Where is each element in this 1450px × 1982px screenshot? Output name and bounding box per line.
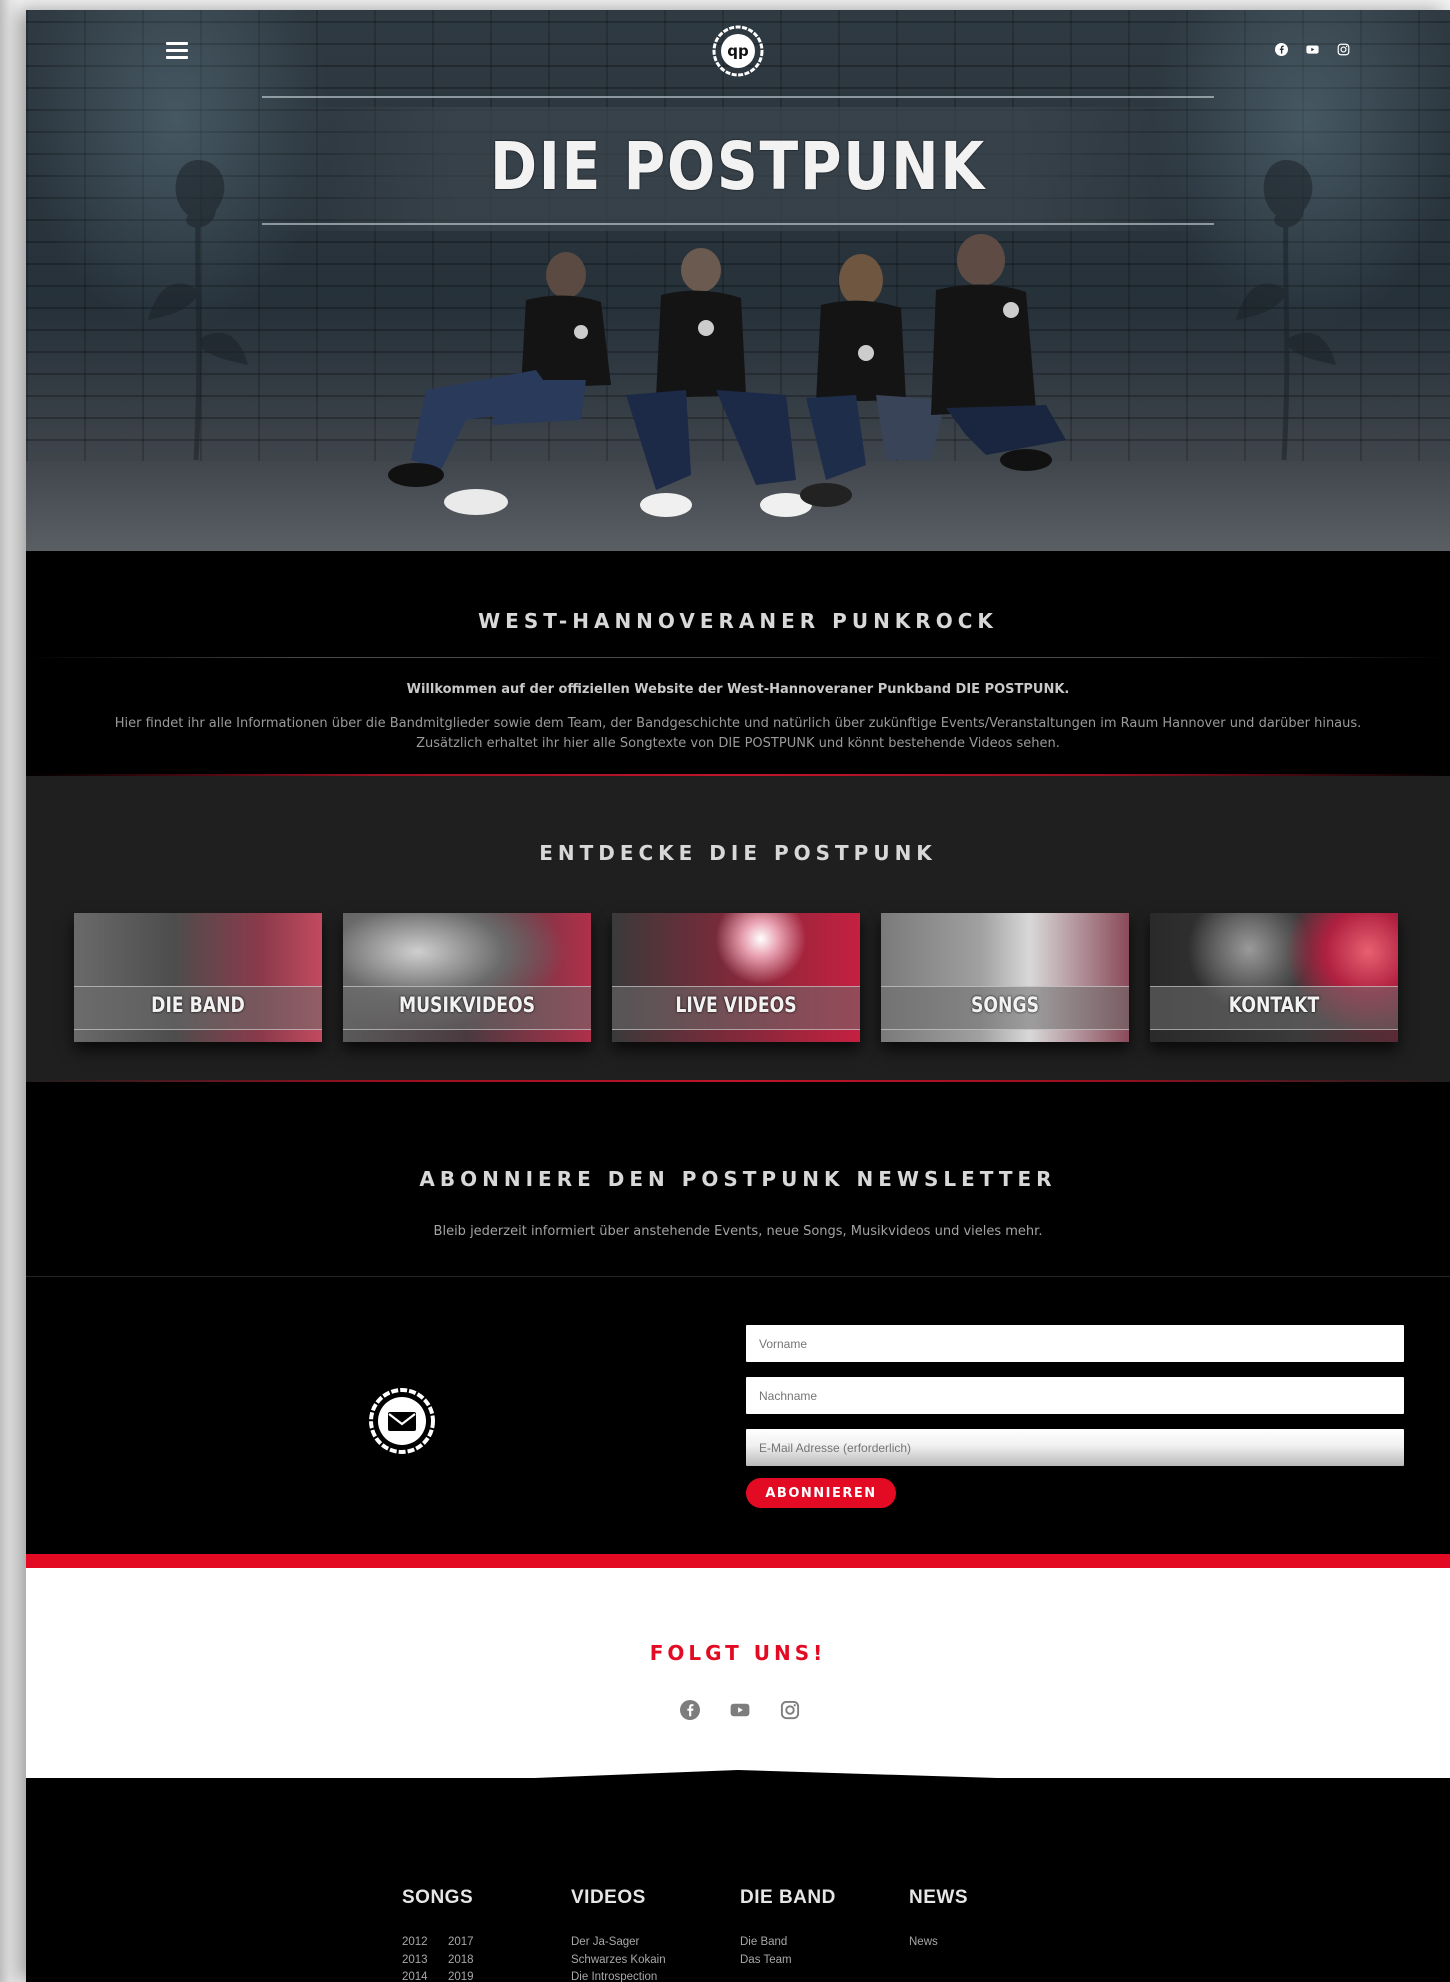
- hero-line-top: [262, 96, 1214, 98]
- youtube-icon[interactable]: [1306, 43, 1319, 56]
- youtube-icon[interactable]: [730, 1700, 750, 1720]
- footer: SONGS 2012 2017 2013 2018 2014 2019 VIDE…: [26, 1790, 1450, 1982]
- card-label: KONTAKT: [1228, 993, 1320, 1017]
- facebook-icon[interactable]: [1275, 43, 1288, 56]
- card-songs[interactable]: SONGS: [881, 913, 1129, 1042]
- footer-songs-title: SONGS: [402, 1887, 474, 1908]
- band-link[interactable]: Das Team: [740, 1952, 836, 1970]
- facebook-icon[interactable]: [680, 1700, 700, 1720]
- discover-section: ENTDECKE DIE POSTPUNK DIE BAND MUSIKVIDE…: [26, 776, 1450, 1082]
- video-link[interactable]: Die Introspection: [571, 1969, 666, 1982]
- newsletter-section: ABONNIERE DEN POSTPUNK NEWSLETTER Bleib …: [26, 1082, 1450, 1539]
- footer-videos-title: VIDEOS: [571, 1887, 646, 1908]
- year-link[interactable]: 2019: [448, 1969, 494, 1982]
- band-link[interactable]: Die Band: [740, 1934, 836, 1952]
- intro-title: WEST-HANNOVERANER PUNKROCK: [478, 609, 998, 633]
- card-musikvideos[interactable]: MUSIKVIDEOS: [343, 913, 591, 1042]
- footer-col-videos: VIDEOS Der Ja-Sager Schwarzes Kokain Die…: [571, 1887, 666, 1982]
- red-band-divider: [26, 1554, 1450, 1568]
- year-link[interactable]: 2014: [402, 1969, 448, 1982]
- instagram-icon[interactable]: [1337, 43, 1350, 56]
- intro-divider: [26, 657, 1450, 658]
- footer-news-title: NEWS: [909, 1887, 968, 1908]
- newsletter-text: Bleib jederzeit informiert über anstehen…: [433, 1224, 1043, 1239]
- footer-band-title: DIE BAND: [740, 1887, 836, 1908]
- card-live-videos[interactable]: LIVE VIDEOS: [612, 913, 860, 1042]
- card-die-band[interactable]: DIE BAND: [74, 913, 322, 1042]
- mail-icon: [369, 1388, 435, 1454]
- news-link[interactable]: News: [909, 1934, 968, 1952]
- email-input[interactable]: [746, 1429, 1404, 1466]
- intro-section: WEST-HANNOVERANER PUNKROCK Willkommen au…: [26, 551, 1450, 776]
- card-label: MUSIKVIDEOS: [398, 993, 536, 1017]
- band-name-title: DIE POSTPUNK: [489, 128, 987, 205]
- first-name-input[interactable]: [746, 1325, 1404, 1362]
- instagram-icon[interactable]: [780, 1700, 800, 1720]
- last-name-input[interactable]: [746, 1377, 1404, 1414]
- footer-col-band: DIE BAND Die Band Das Team: [740, 1887, 836, 1969]
- intro-text-line-1: Hier findet ihr alle Informationen über …: [114, 716, 1362, 731]
- band-photo: [388, 234, 1066, 517]
- header-social-links: [1275, 43, 1350, 56]
- subscribe-button[interactable]: ABONNIEREN: [746, 1478, 896, 1508]
- card-label: DIE BAND: [151, 993, 245, 1017]
- follow-social-links: [680, 1700, 800, 1720]
- year-link[interactable]: 2018: [448, 1952, 494, 1970]
- page-frame: qp DIE POSTPUNK WEST-HANNOVERANER PUNKRO…: [26, 10, 1450, 1982]
- newsletter-title: ABONNIERE DEN POSTPUNK NEWSLETTER: [419, 1167, 1057, 1191]
- discover-cards: DIE BAND MUSIKVIDEOS LIVE VIDEOS SONGS K…: [74, 913, 1398, 1042]
- card-label: SONGS: [970, 993, 1039, 1017]
- discover-title: ENTDECKE DIE POSTPUNK: [539, 841, 937, 865]
- card-kontakt[interactable]: KONTAKT: [1150, 913, 1398, 1042]
- intro-text-line-2: Zusätzlich erhaltet ihr hier alle Songte…: [416, 736, 1060, 751]
- follow-section: FOLGT UNS!: [26, 1568, 1450, 1778]
- year-link[interactable]: 2017: [448, 1934, 494, 1952]
- newsletter-form: ABONNIEREN: [746, 1325, 1404, 1508]
- video-link[interactable]: Schwarzes Kokain: [571, 1952, 666, 1970]
- svg-text:qp: qp: [727, 42, 749, 60]
- card-label: LIVE VIDEOS: [675, 993, 797, 1017]
- year-link[interactable]: 2013: [402, 1952, 448, 1970]
- hero-banner: qp DIE POSTPUNK: [26, 10, 1450, 551]
- menu-icon[interactable]: [166, 42, 188, 60]
- band-logo[interactable]: qp: [712, 25, 764, 77]
- video-link[interactable]: Der Ja-Sager: [571, 1934, 666, 1952]
- year-link[interactable]: 2012: [402, 1934, 448, 1952]
- follow-title: FOLGT UNS!: [649, 1641, 827, 1665]
- footer-col-songs: SONGS 2012 2017 2013 2018 2014 2019: [402, 1887, 494, 1982]
- footer-songs-years: 2012 2017 2013 2018 2014 2019: [402, 1934, 494, 1982]
- footer-col-news: NEWS News: [909, 1887, 968, 1952]
- newsletter-divider: [26, 1276, 1450, 1277]
- intro-lead: Willkommen auf der offiziellen Website d…: [406, 682, 1070, 697]
